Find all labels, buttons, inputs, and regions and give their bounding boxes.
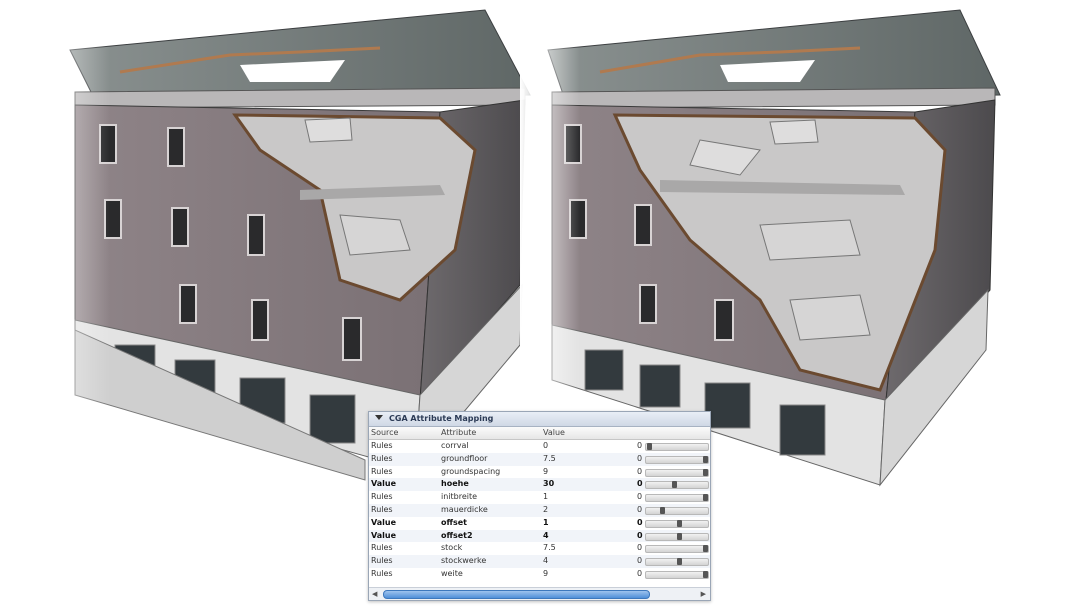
slider-min-label: 0 <box>637 453 643 463</box>
slider-min-label: 0 <box>637 543 643 553</box>
value-slider[interactable] <box>645 468 709 477</box>
table-row[interactable]: Rules groundfloor 7.5 0 <box>369 452 710 466</box>
value-cell[interactable]: 2 <box>543 504 548 517</box>
value-slider[interactable] <box>645 481 709 490</box>
source-cell: Rules <box>371 453 393 463</box>
source-cell: Rules <box>371 441 393 450</box>
table-row[interactable]: Rules groundspacing 9 0 <box>369 466 710 479</box>
source-cell: Rules <box>371 504 393 514</box>
value-cell[interactable]: 4 <box>543 555 548 568</box>
value-cell[interactable]: 4 <box>543 530 549 543</box>
value-cell[interactable]: 7.5 <box>543 453 556 466</box>
source-cell: Rules <box>371 492 393 502</box>
value-slider[interactable] <box>645 506 709 515</box>
scroll-left-arrow-icon[interactable]: ◀ <box>372 590 377 598</box>
attribute-cell: corrval <box>441 441 469 450</box>
panel-title: CGA Attribute Mapping <box>389 414 494 423</box>
table-row[interactable]: Rules initbreite 1 0 <box>369 491 710 504</box>
value-slider[interactable] <box>645 532 709 541</box>
slider-min-label: 0 <box>637 530 643 540</box>
slider-min-label: 0 <box>637 568 643 578</box>
slider-thumb[interactable] <box>703 468 708 476</box>
table-row[interactable]: Rules weite 9 0 <box>369 568 710 581</box>
source-cell: Value <box>371 479 397 489</box>
value-slider[interactable] <box>645 519 709 528</box>
column-header-source[interactable]: Source <box>371 427 398 439</box>
slider-min-label: 0 <box>637 517 643 527</box>
source-cell: Rules <box>371 556 393 566</box>
column-header-value[interactable]: Value <box>543 427 565 439</box>
slider-min-label: 0 <box>637 466 643 476</box>
value-cell[interactable]: 9 <box>543 568 548 581</box>
panel-title-bar[interactable]: CGA Attribute Mapping <box>369 412 710 427</box>
attribute-cell: initbreite <box>441 492 478 502</box>
attribute-cell: stock <box>441 543 463 553</box>
attribute-cell: groundspacing <box>441 466 501 476</box>
slider-thumb[interactable] <box>703 494 708 502</box>
attribute-cell: stockwerke <box>441 556 487 566</box>
table-row[interactable]: Rules stock 7.5 0 <box>369 542 710 555</box>
table-row[interactable]: Value offset 1 0 <box>369 517 710 530</box>
value-slider[interactable] <box>645 443 709 451</box>
value-slider[interactable] <box>645 455 709 464</box>
slider-min-label: 0 <box>637 441 643 450</box>
table-header: Source Attribute Value <box>369 427 710 440</box>
source-cell: Value <box>371 530 397 540</box>
slider-thumb[interactable] <box>660 506 665 514</box>
attribute-cell: offset <box>441 517 467 527</box>
value-slider[interactable] <box>645 545 709 554</box>
column-header-attribute[interactable]: Attribute <box>441 427 476 439</box>
attribute-table-body: Rules corrval 0 0 Rules groundfloor 7.5 0 Rules g… <box>369 440 710 581</box>
slider-min-label: 0 <box>637 492 643 502</box>
slider-thumb[interactable] <box>703 455 708 463</box>
slider-thumb[interactable] <box>703 570 708 578</box>
table-row[interactable]: Value offset2 4 0 <box>369 529 710 543</box>
table-row[interactable]: Value hoehe 30 0 <box>369 478 710 492</box>
table-row[interactable]: Rules mauerdicke 2 0 <box>369 503 710 517</box>
cga-attribute-mapping-panel: CGA Attribute Mapping Source Attribute V… <box>368 411 711 601</box>
value-cell[interactable]: 1 <box>543 491 548 504</box>
table-row[interactable]: Rules stockwerke 4 0 <box>369 555 710 568</box>
slider-thumb[interactable] <box>647 443 652 450</box>
slider-thumb[interactable] <box>672 481 677 489</box>
scroll-right-arrow-icon[interactable]: ▶ <box>701 590 706 598</box>
value-slider[interactable] <box>645 494 709 503</box>
value-slider[interactable] <box>645 558 709 567</box>
slider-thumb[interactable] <box>677 532 682 540</box>
value-cell[interactable]: 1 <box>543 517 549 530</box>
attribute-cell: offset2 <box>441 530 473 540</box>
horizontal-scrollbar[interactable]: ◀ ▶ <box>369 587 710 600</box>
slider-thumb[interactable] <box>703 545 708 553</box>
scrollbar-thumb[interactable] <box>383 590 650 599</box>
disclosure-triangle-icon[interactable] <box>375 415 383 420</box>
slider-thumb[interactable] <box>677 558 682 566</box>
source-cell: Rules <box>371 568 393 578</box>
value-cell[interactable]: 0 <box>543 440 548 453</box>
slider-min-label: 0 <box>637 556 643 566</box>
attribute-cell: mauerdicke <box>441 504 488 514</box>
value-cell[interactable]: 9 <box>543 466 548 479</box>
table-row[interactable]: Rules corrval 0 0 <box>369 440 710 453</box>
attribute-cell: weite <box>441 568 463 578</box>
building-render-left <box>0 9 531 481</box>
attribute-cell: groundfloor <box>441 453 488 463</box>
source-cell: Rules <box>371 543 393 553</box>
source-cell: Rules <box>371 466 393 476</box>
value-cell[interactable]: 30 <box>543 478 554 491</box>
source-cell: Value <box>371 517 397 527</box>
slider-thumb[interactable] <box>677 519 682 527</box>
value-cell[interactable]: 7.5 <box>543 542 556 555</box>
value-slider[interactable] <box>645 570 709 579</box>
slider-min-label: 0 <box>637 504 643 514</box>
slider-min-label: 0 <box>637 479 643 489</box>
attribute-cell: hoehe <box>441 479 469 489</box>
